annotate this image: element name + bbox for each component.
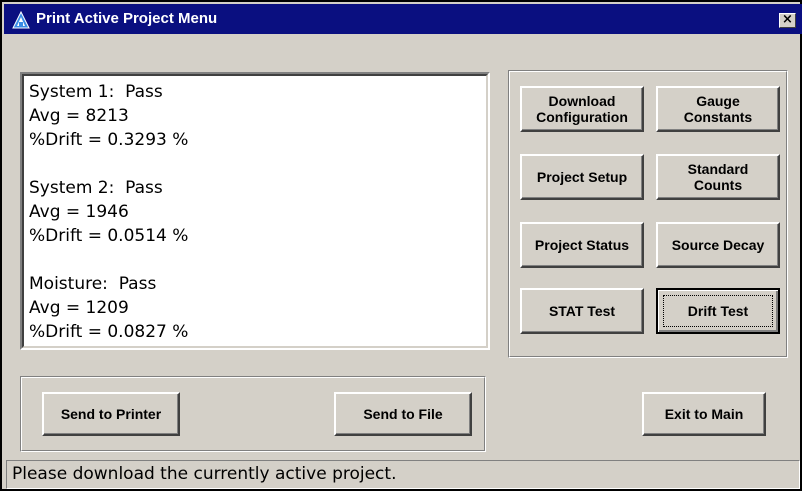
title-bar[interactable]: Print Active Project Menu × xyxy=(4,4,802,34)
result-line: Avg = 1209 xyxy=(29,298,129,318)
close-button[interactable]: × xyxy=(779,13,796,28)
result-line: System 1: Pass xyxy=(29,82,163,102)
send-to-printer-button[interactable]: Send to Printer xyxy=(42,392,180,436)
send-to-file-label: Send to File xyxy=(363,406,443,422)
result-line: %Drift = 0.3293 % xyxy=(29,130,189,150)
result-line: System 2: Pass xyxy=(29,178,163,198)
source-decay-label: Source Decay xyxy=(671,237,765,253)
close-icon: × xyxy=(782,12,793,27)
standard-counts-label: Standard Counts xyxy=(687,161,749,193)
download-configuration-label: Download Configuration xyxy=(536,93,628,125)
print-active-project-window: Print Active Project Menu × System 1: Pa… xyxy=(0,0,802,491)
send-to-file-button[interactable]: Send to File xyxy=(334,392,472,436)
result-line: Avg = 8213 xyxy=(29,106,129,126)
gauge-constants-button[interactable]: Gauge Constants xyxy=(656,86,780,132)
drift-test-button[interactable]: Drift Test xyxy=(656,288,780,334)
project-status-label: Project Status xyxy=(534,237,630,253)
focus-rectangle xyxy=(663,295,773,327)
result-line: %Drift = 0.0514 % xyxy=(29,226,189,246)
stat-test-label: STAT Test xyxy=(548,303,616,319)
status-message: Please download the currently active pro… xyxy=(12,464,397,484)
source-decay-button[interactable]: Source Decay xyxy=(656,222,780,268)
result-line: Moisture: Pass xyxy=(29,274,157,294)
project-setup-button[interactable]: Project Setup xyxy=(520,154,644,200)
exit-to-main-label: Exit to Main xyxy=(664,406,744,422)
send-to-printer-label: Send to Printer xyxy=(60,406,162,422)
project-setup-label: Project Setup xyxy=(536,169,628,185)
result-blank-line xyxy=(29,248,486,272)
app-logo-icon xyxy=(12,11,30,29)
results-text-area[interactable]: System 1: Pass Avg = 8213 %Drift = 0.329… xyxy=(22,74,488,348)
stat-test-button[interactable]: STAT Test xyxy=(520,288,644,334)
results-panel-frame: System 1: Pass Avg = 8213 %Drift = 0.329… xyxy=(20,72,490,350)
gauge-constants-label: Gauge Constants xyxy=(683,93,753,125)
standard-counts-button[interactable]: Standard Counts xyxy=(656,154,780,200)
result-line: Avg = 1946 xyxy=(29,202,129,222)
window-title: Print Active Project Menu xyxy=(36,10,218,27)
project-status-button[interactable]: Project Status xyxy=(520,222,644,268)
result-line: %Drift = 0.0827 % xyxy=(29,322,189,342)
exit-to-main-button[interactable]: Exit to Main xyxy=(642,392,766,436)
status-bar: Please download the currently active pro… xyxy=(6,460,800,489)
download-configuration-button[interactable]: Download Configuration xyxy=(520,86,644,132)
result-blank-line xyxy=(29,152,486,176)
